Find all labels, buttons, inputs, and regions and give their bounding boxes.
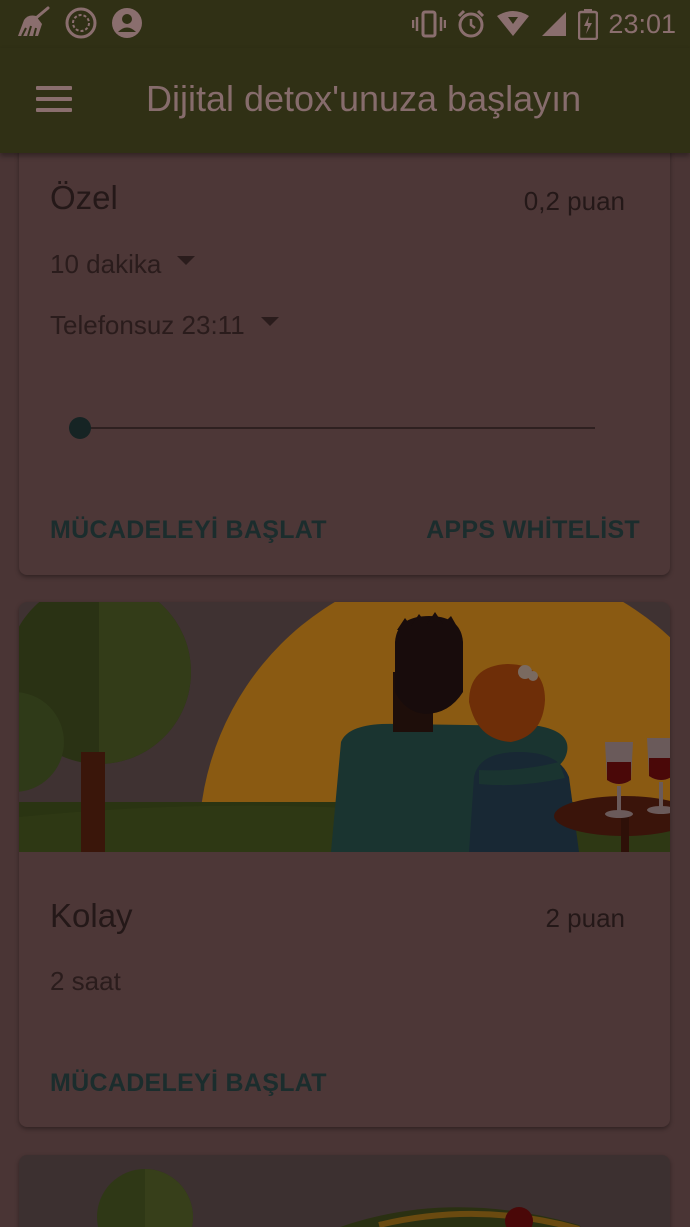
card-title: Kolay [50,897,133,934]
card-duration: 2 saat [50,966,121,996]
caret-down-icon [177,255,196,265]
compass-icon [64,6,98,40]
start-challenge-button[interactable]: MÜCADELEYİ BAŞLAT [50,1066,327,1100]
start-challenge-button[interactable]: MÜCADELEYİ BAŞLAT [50,513,327,547]
duration-dropdown[interactable]: 10 dakika [50,246,196,282]
battery-charging-icon [578,8,599,40]
card-points: 2 puan [545,903,625,933]
challenge-card-custom: Özel 0,2 puan 10 dakika Telefonsuz 23:11… [19,120,670,575]
profile-icon [110,6,144,40]
landscape-illustration [19,1155,670,1227]
alarm-icon [456,9,486,39]
cleaner-icon [16,6,52,40]
status-left-icons [16,6,156,40]
card-points: 0,2 puan [523,186,625,216]
challenge-card-easy: Kolay 2 puan 2 saat MÜCADELEYİ BAŞLAT [19,602,670,1127]
wifi-icon [496,10,530,38]
vibrate-icon [412,9,447,39]
challenge-card-next [19,1155,670,1227]
until-dropdown[interactable]: Telefonsuz 23:11 [50,307,279,343]
menu-icon[interactable] [36,86,72,114]
apps-whitelist-button[interactable]: APPS WHİTELİST [426,513,640,547]
status-time: 23:01 [608,9,676,39]
slider-track [69,427,595,429]
app-bar: Dijital detox'unuza başlayın [0,48,690,153]
signal-icon [540,10,568,38]
status-bar: 23:01 [0,0,690,48]
duration-slider[interactable] [69,417,595,439]
status-right-icons: 23:01 [402,6,676,42]
card-title: Özel [50,179,118,216]
slider-thumb[interactable] [69,417,91,439]
caret-down-icon [260,316,279,326]
duration-value: 10 dakika [50,249,162,279]
couple-sunset-illustration [19,602,670,852]
until-value: Telefonsuz 23:11 [50,310,245,340]
page-title: Dijital detox'unuza başlayın [146,78,582,119]
